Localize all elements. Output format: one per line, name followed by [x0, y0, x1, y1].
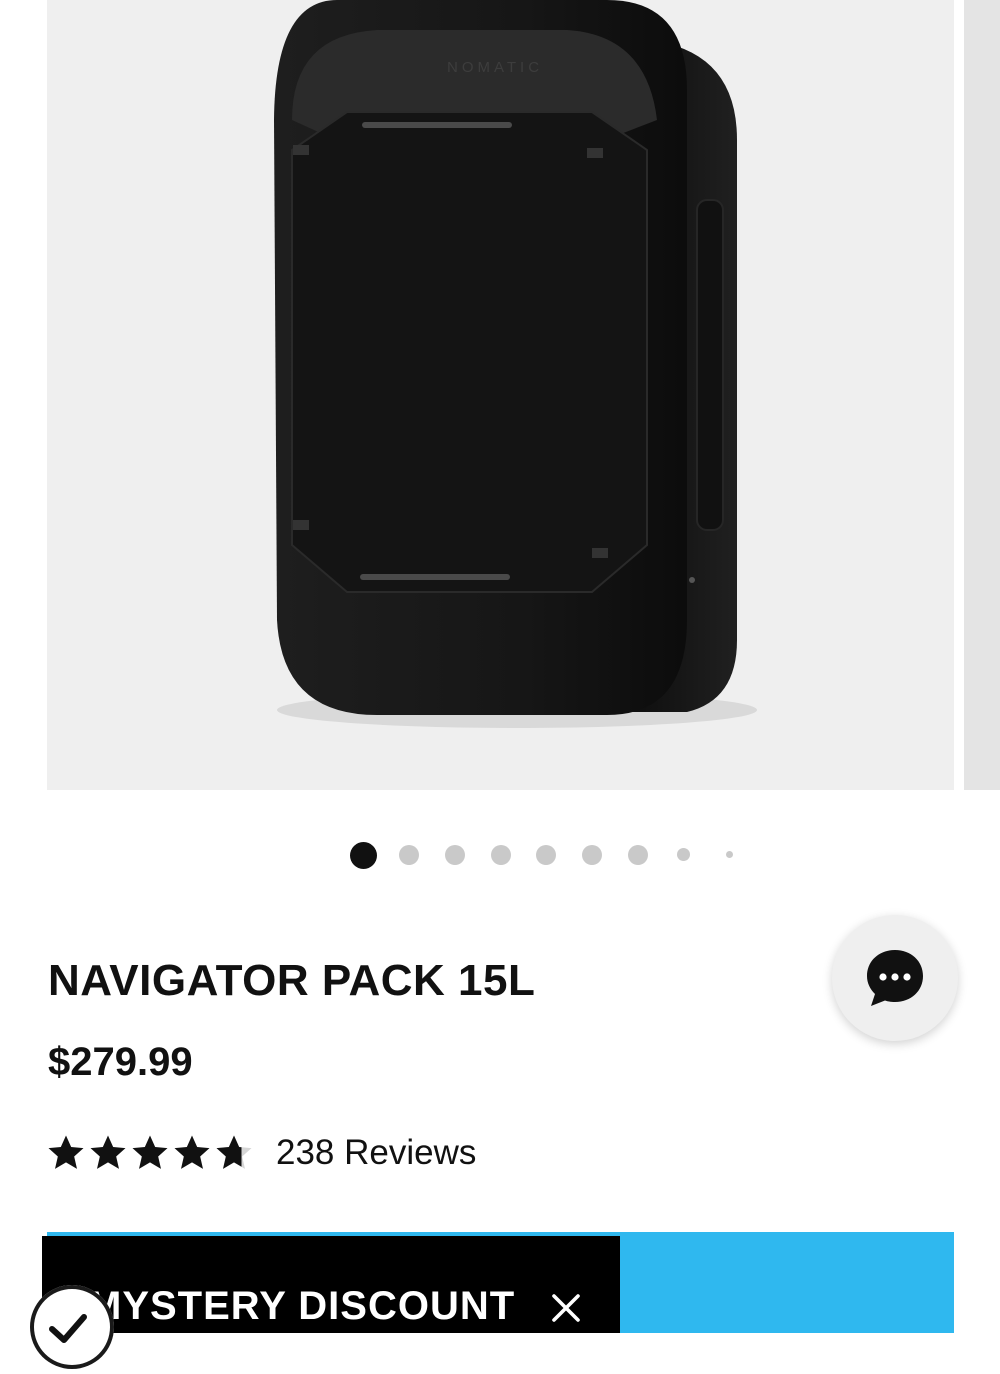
carousel-dot[interactable] — [491, 845, 511, 865]
chat-button[interactable] — [832, 915, 958, 1041]
star-icon — [174, 1135, 210, 1169]
product-image-slide[interactable]: NOMATIC — [47, 0, 954, 790]
carousel-pagination — [0, 842, 1000, 869]
svg-text:NOMATIC: NOMATIC — [447, 59, 543, 76]
checkmark-icon — [49, 1314, 87, 1343]
black-backpack-image: NOMATIC — [274, 0, 757, 728]
carousel-dot[interactable] — [399, 845, 419, 865]
half-star-icon — [216, 1135, 252, 1169]
carousel-dot[interactable] — [677, 848, 690, 861]
discount-badge[interactable] — [30, 1285, 114, 1369]
star-icon — [90, 1135, 126, 1169]
product-price: $279.99 — [48, 1040, 193, 1084]
product-title: NAVIGATOR PACK 15L — [48, 956, 536, 1005]
carousel-dot-active[interactable] — [350, 842, 377, 869]
product-image-gallery[interactable]: NOMATIC — [0, 0, 1000, 790]
carousel-dot[interactable] — [726, 851, 733, 858]
star-icon — [132, 1135, 168, 1169]
carousel-dot[interactable] — [628, 845, 648, 865]
carousel-dot[interactable] — [582, 845, 602, 865]
next-product-image-slide[interactable] — [964, 0, 1000, 790]
carousel-dot[interactable] — [536, 845, 556, 865]
chat-bubble-icon — [867, 950, 923, 1006]
close-icon[interactable] — [548, 1290, 584, 1326]
rating-stars — [46, 1133, 254, 1173]
reviews-link[interactable]: 238 Reviews — [276, 1133, 476, 1173]
product-rating[interactable]: 238 Reviews — [46, 1128, 476, 1178]
mystery-discount-banner[interactable]: MYSTERY DISCOUNT — [42, 1236, 620, 1333]
star-icon — [48, 1135, 84, 1169]
carousel-dot[interactable] — [445, 845, 465, 865]
mystery-discount-label: MYSTERY DISCOUNT — [88, 1284, 516, 1328]
